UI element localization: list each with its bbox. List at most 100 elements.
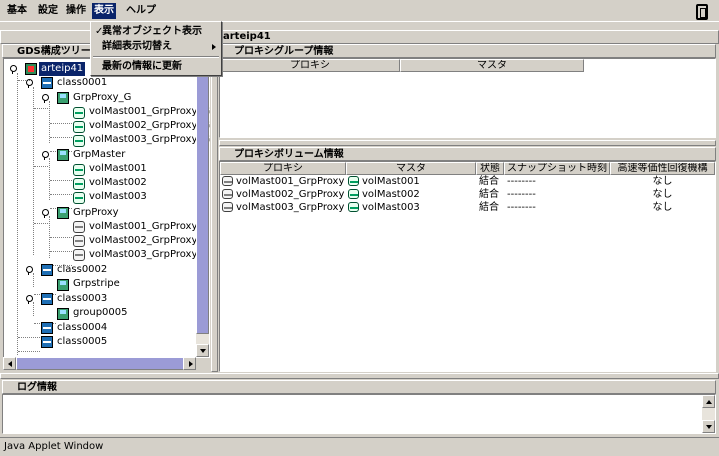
expander-icon[interactable] — [25, 79, 33, 88]
tree-node-volume[interactable]: volMast003 — [89, 190, 147, 204]
tree-horizontal-scroll-thumb[interactable] — [16, 357, 184, 370]
menu-basic[interactable]: 基本 — [5, 3, 29, 19]
log-panel-title: ログ情報 — [2, 380, 716, 394]
scroll-right-button[interactable] — [183, 357, 196, 370]
proxy-group-table[interactable]: プロキシ マスタ — [219, 58, 716, 138]
cell-status: 結合 — [479, 189, 499, 200]
column-header-master[interactable]: マスタ — [346, 162, 476, 175]
group-icon — [57, 207, 69, 219]
proxy-group-panel-title: プロキシグループ情報 — [219, 44, 716, 58]
horizontal-split-divider[interactable] — [219, 140, 716, 146]
menu-help[interactable]: ヘルプ — [124, 3, 158, 19]
cell-fast-recovery: なし — [652, 189, 673, 200]
cell-status: 結合 — [479, 202, 499, 213]
proxy-volume-icon — [73, 221, 85, 233]
table-row[interactable]: volMast003_GrpProxy — [222, 201, 346, 214]
cell-fast-recovery: なし — [652, 202, 673, 213]
class-icon — [41, 264, 53, 276]
table-cell[interactable]: volMast001 — [348, 175, 474, 188]
log-text-area[interactable] — [2, 394, 716, 434]
tree-node-volume[interactable]: volMast001_GrpProxy_G — [89, 105, 210, 119]
expander-icon[interactable] — [9, 65, 17, 74]
tree-node-grpproxy[interactable]: GrpProxy — [73, 206, 119, 220]
class-icon — [41, 322, 53, 334]
tree-node-volume[interactable]: volMast002_GrpProxy_G — [89, 119, 210, 133]
proxy-volume-icon — [73, 235, 85, 247]
expander-icon[interactable] — [41, 94, 49, 103]
view-menu-dropdown: ✓ 異常オブジェクト表示 詳細表示切替え 最新の情報に更新 — [90, 21, 222, 76]
volume-icon — [348, 189, 359, 199]
column-header-status[interactable]: 状態 — [476, 162, 504, 175]
class-icon — [41, 77, 53, 89]
scroll-left-button[interactable] — [3, 357, 16, 370]
proxy-volume-table[interactable]: プロキシ マスタ 状態 スナップショット時刻 高速等価性回復機構 volMast… — [219, 161, 716, 372]
expander-icon[interactable] — [25, 266, 33, 275]
menubar: 基本 設定 操作 表示 ヘルプ — [0, 0, 719, 22]
tree-node-grpmaster[interactable]: GrpMaster — [73, 148, 125, 162]
trash-icon[interactable] — [696, 4, 708, 20]
expander-icon[interactable] — [41, 209, 49, 218]
column-header-proxy[interactable]: プロキシ — [220, 59, 400, 72]
group-icon — [57, 92, 69, 104]
tree-node-group0005[interactable]: group0005 — [73, 306, 128, 320]
cell-snapshot: -------- — [507, 189, 536, 200]
table-cell[interactable]: volMast002 — [348, 188, 474, 201]
column-header-fast-recovery[interactable]: 高速等価性回復機構 — [610, 162, 715, 175]
proxy-volume-icon — [222, 189, 233, 199]
menu-settings[interactable]: 設定 — [36, 3, 60, 19]
scroll-up-button[interactable] — [702, 395, 715, 408]
scroll-down-button[interactable] — [702, 420, 715, 433]
tree-node-volume[interactable]: volMast003_GrpProxy_G — [89, 133, 210, 147]
status-bar-text: Java Applet Window — [4, 441, 104, 452]
volume-icon — [73, 135, 85, 147]
cell-fast-recovery: なし — [652, 176, 673, 187]
cell-master: volMast002 — [362, 189, 420, 200]
table-cell[interactable]: volMast003 — [348, 201, 474, 214]
volume-icon — [348, 202, 359, 212]
tree-node-grpstripe[interactable]: Grpstripe — [73, 277, 120, 291]
tree-node-volume[interactable]: volMast001 — [89, 162, 147, 176]
menu-separator — [93, 56, 219, 58]
column-header-proxy[interactable]: プロキシ — [220, 162, 346, 175]
volume-icon — [73, 121, 85, 133]
volume-icon — [73, 178, 85, 190]
cell-snapshot: -------- — [507, 202, 536, 213]
split-pane-divider[interactable] — [211, 44, 218, 372]
table-row[interactable]: volMast002_GrpProxy — [222, 188, 346, 201]
menu-item-label: 詳細表示切替え — [102, 41, 172, 52]
tree-node-class0003[interactable]: class0003 — [57, 292, 107, 306]
expander-icon[interactable] — [25, 295, 33, 304]
tree-node-class0001[interactable]: class0001 — [57, 76, 107, 90]
tree-node-proxy-volume[interactable]: volMast003_GrpProxy — [89, 248, 197, 262]
expander-icon[interactable] — [41, 151, 49, 160]
server-icon — [25, 63, 37, 75]
table-row[interactable]: volMast001_GrpProxy — [222, 175, 346, 188]
log-split-divider[interactable] — [0, 373, 719, 379]
tree-node-proxy-volume[interactable]: volMast002_GrpProxy — [89, 234, 197, 248]
node-header-title: arteip41 — [223, 31, 271, 42]
tree-node-arteip41[interactable]: arteip41 — [39, 62, 86, 76]
scroll-down-button[interactable] — [196, 344, 209, 357]
volume-icon — [348, 176, 359, 186]
volume-icon — [73, 192, 85, 204]
gds-config-tree[interactable]: arteip41 class0001 GrpProxy_G volMast001… — [3, 58, 210, 358]
tree-node-volume[interactable]: volMast002 — [89, 176, 147, 190]
column-header-snapshot-time[interactable]: スナップショット時刻 — [504, 162, 610, 175]
cell-master: volMast003 — [362, 202, 420, 213]
tree-node-class0005[interactable]: class0005 — [57, 335, 107, 349]
tree-vertical-scroll-thumb[interactable] — [196, 72, 209, 334]
tree-node-class0004[interactable]: class0004 — [57, 321, 107, 335]
tree-node-class0002[interactable]: class0002 — [57, 263, 107, 277]
proxy-group-title-text: プロキシグループ情報 — [234, 46, 334, 57]
menu-operation[interactable]: 操作 — [64, 3, 88, 19]
cell-snapshot: -------- — [507, 176, 536, 187]
column-header-master[interactable]: マスタ — [400, 59, 584, 72]
menu-item-detail-view-toggle[interactable]: 詳細表示切替え — [92, 39, 220, 54]
menu-item-refresh[interactable]: 最新の情報に更新 — [92, 59, 220, 74]
tree-node-proxy-volume[interactable]: volMast001_GrpProxy — [89, 220, 197, 234]
menu-view[interactable]: 表示 — [92, 3, 116, 19]
tree-node-grpproxy-g[interactable]: GrpProxy_G — [73, 91, 131, 105]
cell-status: 結合 — [479, 176, 499, 187]
menu-item-show-abnormal[interactable]: ✓ 異常オブジェクト表示 — [92, 24, 220, 39]
cell-proxy: volMast003_GrpProxy — [236, 202, 345, 213]
